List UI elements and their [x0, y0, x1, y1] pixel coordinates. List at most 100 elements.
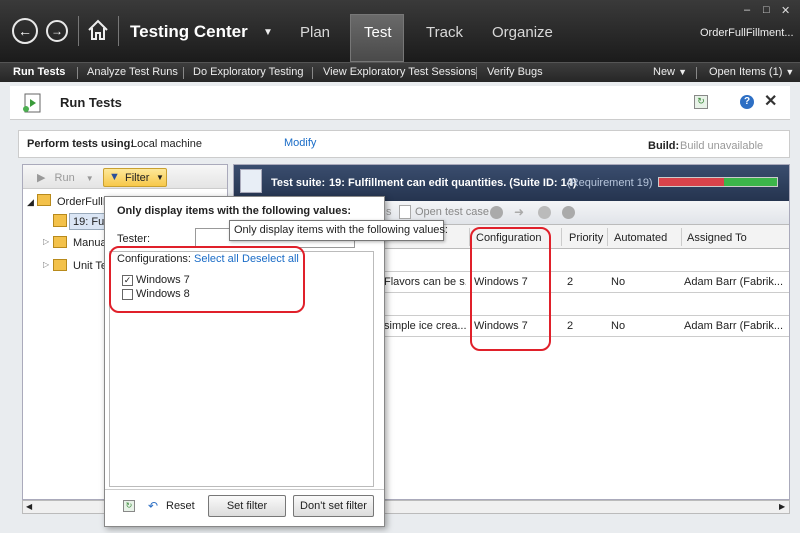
close-icon[interactable]: ✕ — [764, 91, 777, 111]
tree-item-root[interactable]: OrderFullF — [57, 196, 110, 208]
project-name[interactable]: OrderFullFillment... — [700, 27, 794, 39]
back-icon[interactable]: ← — [12, 18, 38, 44]
subnav-analyze-test-runs[interactable]: Analyze Test Runs — [87, 66, 178, 78]
run-tests-icon — [22, 92, 44, 114]
title-dropdown-icon[interactable]: ▼ — [263, 27, 273, 38]
new-label: New — [653, 66, 676, 78]
tree-collapse-icon[interactable]: ◢ — [27, 197, 34, 208]
divider — [77, 67, 78, 79]
tab-test[interactable]: Test — [364, 24, 392, 41]
cell-automated: No — [611, 276, 626, 288]
column-automated[interactable]: Automated — [614, 232, 667, 244]
cell-title: Flavors can be s... — [384, 276, 466, 288]
configurations-highlight — [109, 246, 305, 313]
play-icon: ▶ — [37, 172, 46, 184]
modify-link[interactable]: Modify — [284, 137, 316, 149]
pass-icon[interactable] — [538, 206, 551, 219]
build-value: Build unavailable — [680, 140, 764, 152]
toolbar-fragment: s — [386, 206, 392, 218]
divider — [183, 67, 184, 79]
minimize-button[interactable]: – — [744, 4, 750, 16]
divider — [118, 16, 119, 46]
reset-button[interactable]: Reset — [166, 500, 195, 512]
tab-track[interactable]: Track — [426, 24, 463, 41]
subnav-run-tests[interactable]: Run Tests — [13, 66, 65, 78]
column-divider — [607, 228, 608, 246]
open-items-label: Open Items (1) — [709, 66, 783, 78]
divider — [105, 489, 384, 490]
column-priority[interactable]: Priority — [569, 232, 603, 244]
subnav-verify-bugs[interactable]: Verify Bugs — [487, 66, 543, 78]
chevron-down-icon: ▼ — [85, 174, 94, 183]
perform-label: Perform tests using: — [27, 138, 134, 150]
close-window-button[interactable]: ✕ — [781, 4, 790, 17]
scroll-right-icon[interactable]: ▶ — [779, 502, 785, 511]
tree-item-manual[interactable]: Manua — [73, 237, 107, 249]
divider — [476, 67, 477, 79]
progress-passed — [724, 178, 777, 186]
filter-button[interactable]: ▼ Filter ▼ — [103, 168, 167, 187]
tooltip: Only display items with the following va… — [229, 220, 448, 241]
chevron-down-icon: ▼ — [156, 173, 164, 182]
progress-failed — [659, 178, 724, 186]
tab-plan[interactable]: Plan — [300, 24, 330, 41]
refresh-icon[interactable]: ↻ — [123, 500, 135, 512]
chevron-down-icon: ▼ — [785, 67, 795, 77]
run-button[interactable]: ▶ Run ▼ — [37, 171, 94, 184]
new-menu[interactable]: New ▼ — [653, 66, 687, 78]
perform-tests-bar: Perform tests using: Local machine Modif… — [18, 130, 790, 158]
set-filter-button[interactable]: Set filter — [208, 495, 286, 517]
popup-heading: Only display items with the following va… — [117, 205, 352, 217]
perform-value: Local machine — [131, 138, 202, 150]
suite-requirement: (Requirement 19) — [567, 177, 653, 189]
tester-label: Tester: — [117, 233, 151, 245]
configuration-highlight — [470, 227, 551, 351]
reset-icon: ↶ — [148, 499, 159, 513]
subnav-exploratory-testing[interactable]: Do Exploratory Testing — [193, 66, 303, 78]
help-icon[interactable]: ? — [740, 95, 754, 109]
column-assigned-to[interactable]: Assigned To — [687, 232, 747, 244]
top-bar: ← → Testing Center ▼ Plan Test Track Org… — [0, 0, 800, 62]
filter-label: Filter — [125, 172, 150, 184]
divider — [312, 67, 313, 79]
chevron-down-icon: ▼ — [678, 67, 687, 77]
open-test-case-icon — [399, 205, 411, 219]
scroll-left-icon[interactable]: ◀ — [26, 502, 32, 511]
suite-label: Test suite: — [271, 177, 326, 189]
column-divider — [561, 228, 562, 246]
tree-expand-icon[interactable]: ▷ — [43, 237, 49, 246]
folder-icon — [53, 236, 67, 248]
run-tests-header: Run Tests ↻ ? ✕ — [10, 86, 790, 120]
open-items-menu[interactable]: Open Items (1) ▼ — [709, 66, 794, 78]
cell-assigned-to: Adam Barr (Fabrik... — [684, 276, 784, 288]
divider — [78, 16, 79, 46]
home-icon[interactable] — [86, 18, 110, 42]
maximize-button[interactable]: □ — [763, 4, 770, 16]
forward-arrow-icon[interactable]: ➜ — [514, 205, 524, 219]
block-icon[interactable] — [490, 206, 503, 219]
tab-organize[interactable]: Organize — [492, 24, 553, 41]
refresh-icon[interactable]: ↻ — [694, 95, 708, 109]
tree-item-unit-tests[interactable]: Unit Te — [73, 260, 107, 272]
suite-name: 19: Fulfillment can edit quantities. (Su… — [329, 177, 577, 189]
page-title: Run Tests — [60, 95, 122, 110]
forward-icon[interactable]: → — [46, 20, 68, 42]
open-test-case-button[interactable]: Open test case — [415, 206, 489, 218]
subnav-exploratory-sessions[interactable]: View Exploratory Test Sessions — [323, 66, 476, 78]
tree-expand-icon[interactable]: ▷ — [43, 260, 49, 269]
filter-icon: ▼ — [109, 171, 120, 183]
suite-progress-bar — [658, 177, 778, 187]
fail-icon[interactable] — [562, 206, 575, 219]
app-title: Testing Center — [130, 22, 248, 41]
folder-icon — [53, 259, 67, 271]
cell-priority: 2 — [567, 276, 574, 288]
cell-assigned-to: Adam Barr (Fabrik... — [684, 320, 784, 332]
run-label: Run — [54, 172, 75, 184]
cell-automated: No — [611, 320, 626, 332]
dont-set-filter-button[interactable]: Don't set filter — [293, 495, 374, 517]
suite-icon — [53, 214, 67, 227]
folder-icon — [37, 194, 51, 206]
filter-popup: Only display items with the following va… — [104, 196, 385, 527]
divider — [696, 67, 697, 79]
cell-priority: 2 — [567, 320, 574, 332]
